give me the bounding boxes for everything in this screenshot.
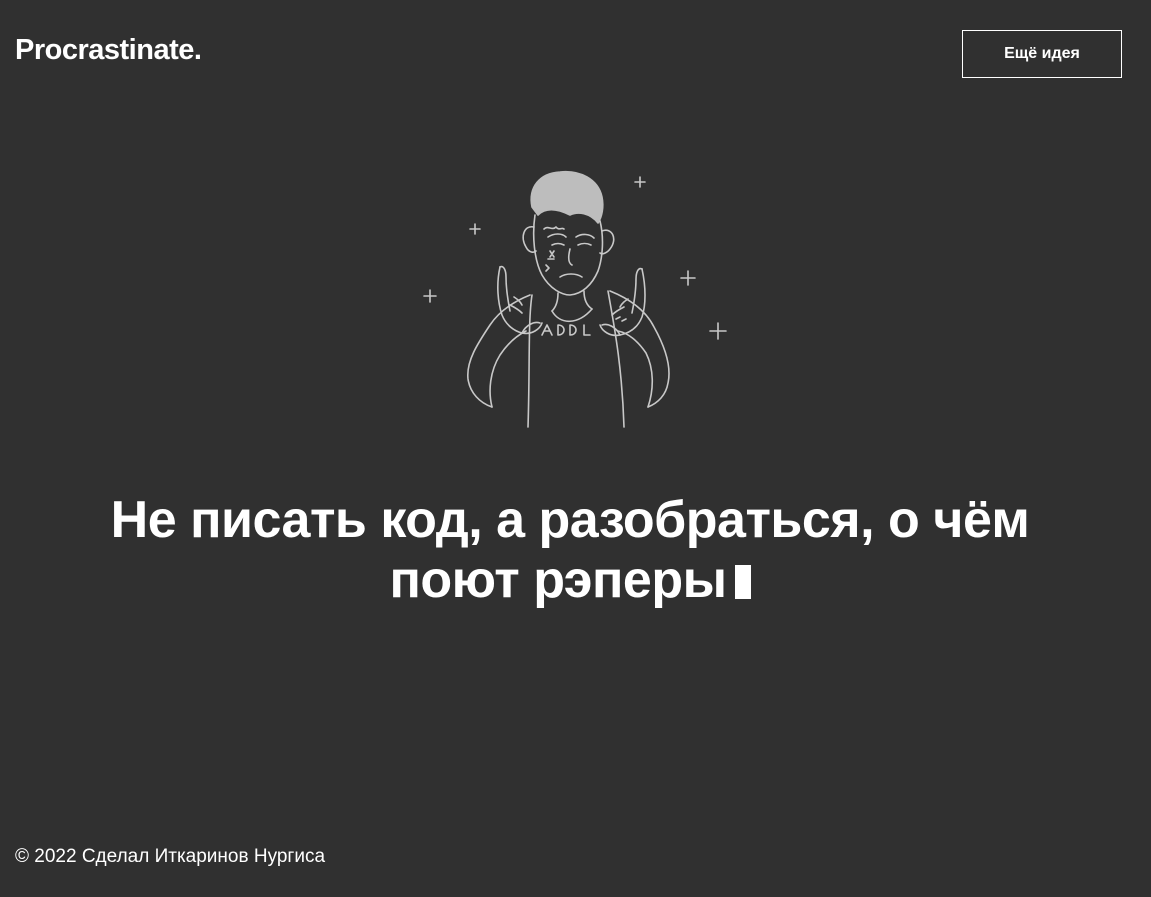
text-cursor	[734, 565, 751, 599]
idea-headline: Не писать код, а разобраться, о чём поют…	[60, 490, 1080, 610]
illustration	[410, 165, 740, 430]
footer-copyright: © 2022 Сделал Иткаринов Нургиса	[15, 846, 326, 867]
idea-text: Не писать код, а разобраться, о чём поют…	[110, 491, 1030, 609]
more-idea-button[interactable]: Ещё идея	[962, 30, 1122, 78]
logo[interactable]: Procrastinate.	[15, 32, 202, 68]
page: Procrastinate. Ещё идея Не писать код, а…	[0, 0, 1151, 897]
rapper-drawing-icon	[423, 170, 727, 428]
